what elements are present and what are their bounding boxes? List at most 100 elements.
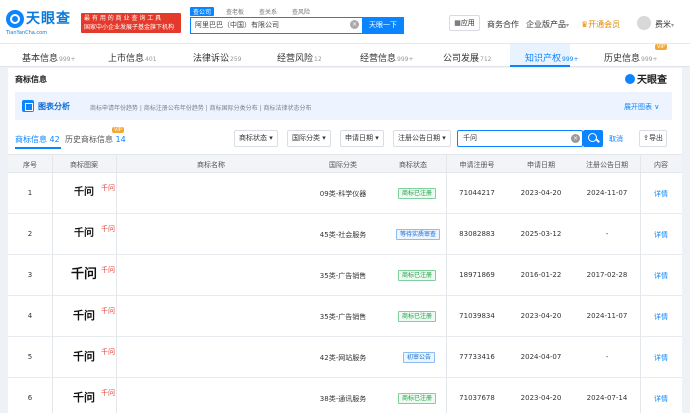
tab-label: 上市信息 xyxy=(108,54,145,64)
filter-cancel-button[interactable]: 取消 xyxy=(609,134,623,144)
user-menu[interactable]: 费米▾ xyxy=(655,19,674,30)
menu-membership-label: 开通会员 xyxy=(588,20,621,29)
reg-number: 71037678 xyxy=(459,394,495,402)
site-logo[interactable]: 天眼查 TianYanCha.com xyxy=(6,8,82,36)
tab-intellectual-property[interactable]: 知识产权999+ xyxy=(525,51,579,64)
status-badge: 商标已注册 xyxy=(398,393,437,404)
menu-business-label: 商务合作 xyxy=(487,20,519,29)
tab-listing-info[interactable]: 上市信息401 xyxy=(108,51,156,64)
filter-search-button[interactable] xyxy=(583,130,603,147)
search-tab-company[interactable]: 查公司 xyxy=(190,7,215,16)
tab-count: 12 xyxy=(314,56,322,63)
tab-count: 259 xyxy=(230,56,242,63)
table-row: 2 千问 千问 45类-社会服务 等待实质审查 83082883 2025-03-12- 详情 xyxy=(8,214,682,255)
filter-clear-icon[interactable]: × xyxy=(571,134,580,143)
analysis-links[interactable]: 商标申请年份趋势 | 商标注册公布年份趋势 | 商标国际分类分布 | 商标法律状… xyxy=(90,103,312,112)
detail-link[interactable]: 详情 xyxy=(654,312,668,322)
apps-label: 应用 xyxy=(460,19,475,27)
tab-history-info[interactable]: 历史信息999+ xyxy=(604,51,658,64)
filter-tab-trademark[interactable]: 商标信息 42 xyxy=(15,134,60,145)
vip-badge: VIP xyxy=(655,44,667,50)
search-clear-icon[interactable]: × xyxy=(350,20,359,29)
status-badge: 商标已注册 xyxy=(398,188,437,199)
trademark-name[interactable]: 千问 xyxy=(101,388,115,398)
slogan-line2: 国家中小企业发展子基金旗下机构 xyxy=(84,24,175,31)
tab-count: 999+ xyxy=(562,56,579,63)
chart-analysis-bar: 图表分析 商标申请年份趋势 | 商标注册公布年份趋势 | 商标国际分类分布 | … xyxy=(15,92,672,120)
publish-date: - xyxy=(605,353,609,361)
trademark-name[interactable]: 千问 xyxy=(101,265,115,275)
trademark-name[interactable]: 千问 xyxy=(101,183,115,193)
intl-class: 35类-广告销售 xyxy=(319,313,367,321)
logo-domain: TianYanCha.com xyxy=(6,30,48,36)
tab-operating-risk[interactable]: 经营风险12 xyxy=(277,51,322,64)
th-reg-no: 申请注册号 xyxy=(459,161,495,169)
tab-count: 999+ xyxy=(641,56,658,63)
apply-date: 2016-01-22 xyxy=(520,271,562,279)
menu-enterprise[interactable]: 企业版产品▾ xyxy=(526,19,569,30)
intl-class: 35类-广告销售 xyxy=(319,272,367,280)
menu-business[interactable]: 商务合作 xyxy=(487,19,519,30)
trademark-name[interactable]: 千问 xyxy=(101,224,115,234)
expand-charts-button[interactable]: 展开图表 ∨ xyxy=(624,102,659,112)
detail-link[interactable]: 详情 xyxy=(654,230,668,240)
tab-litigation[interactable]: 法律诉讼259 xyxy=(193,51,241,64)
menu-enterprise-label: 企业版产品 xyxy=(526,20,566,29)
tab-basic-info[interactable]: 基本信息999+ xyxy=(22,51,76,64)
trademark-name[interactable]: 千问 xyxy=(101,347,115,357)
watermark-text: 天眼查 xyxy=(637,75,667,86)
chevron-down-icon: ▾ xyxy=(671,22,675,29)
main-search-button[interactable]: 天眼一下 xyxy=(362,17,404,34)
trademark-image[interactable]: 千问 xyxy=(52,296,116,336)
table-row: 6 千问 千问 38类-通讯服务 商标已注册 71037678 2023-04-20 2024… xyxy=(8,378,682,413)
grid-icon: ▦ xyxy=(454,19,461,27)
column-divider xyxy=(116,154,117,413)
chevron-down-icon: ▾ xyxy=(269,134,273,142)
apply-date-dropdown[interactable]: 申请日期 ▾ xyxy=(340,130,384,147)
detail-link[interactable]: 详情 xyxy=(654,394,668,404)
publish-date-dropdown[interactable]: 注册公告日期 ▾ xyxy=(393,130,451,147)
column-divider xyxy=(640,154,641,413)
main-search-input[interactable]: 阿里巴巴（中国）有限公司 xyxy=(190,17,362,34)
detail-link[interactable]: 详情 xyxy=(654,353,668,363)
detail-link[interactable]: 详情 xyxy=(654,189,668,199)
detail-link[interactable]: 详情 xyxy=(654,271,668,281)
apply-date: 2023-04-20 xyxy=(520,189,562,197)
column-divider xyxy=(52,154,53,413)
table-header: 序号 商标图案 商标名称 国际分类 商标状态 申请注册号 申请日期 注册公告日期… xyxy=(8,154,682,173)
th-content: 内容 xyxy=(654,161,668,169)
logo-eye-icon xyxy=(625,74,635,84)
status-dropdown[interactable]: 商标状态 ▾ xyxy=(234,130,278,147)
reg-number: 77733416 xyxy=(459,353,495,361)
trademark-image[interactable]: 千问 xyxy=(52,214,116,254)
tab-count: 712 xyxy=(480,56,492,63)
top-header: 天眼查 TianYanCha.com 最 有 用 的 商 业 查 询 工 具 国… xyxy=(0,0,690,44)
publish-date: 2024-11-07 xyxy=(586,312,628,320)
row-number: 6 xyxy=(27,394,33,402)
search-tab-relation[interactable]: 查关系 xyxy=(256,7,280,16)
export-button[interactable]: ⇪导出 xyxy=(639,130,667,147)
reg-number: 18971869 xyxy=(459,271,495,279)
tab-count: 999+ xyxy=(397,56,414,63)
filter-search-input[interactable]: 千问 xyxy=(457,130,583,147)
trademark-image[interactable]: 千问 xyxy=(52,337,116,377)
avatar[interactable] xyxy=(637,16,651,30)
filter-tab-history-trademark[interactable]: 历史商标信息 14 xyxy=(65,134,126,145)
search-tab-risk[interactable]: 查风险 xyxy=(289,7,313,16)
trademark-panel: 商标信息 天眼查 图表分析 商标申请年份趋势 | 商标注册公布年份趋势 | 商标… xyxy=(8,68,682,413)
menu-membership[interactable]: ♛开通会员 xyxy=(581,19,620,30)
search-tab-boss[interactable]: 查老板 xyxy=(223,7,247,16)
trademark-image[interactable]: 千问 xyxy=(52,173,116,213)
analysis-title: 图表分析 xyxy=(38,102,70,111)
tab-operating-info[interactable]: 经营信息999+ xyxy=(360,51,414,64)
table-row: 4 千问 千问 35类-广告销售 商标已注册 71039834 2023-04-20 2024… xyxy=(8,296,682,337)
tab-company-development[interactable]: 公司发展712 xyxy=(443,51,491,64)
trademark-name[interactable]: 千问 xyxy=(101,306,115,316)
class-dropdown[interactable]: 国际分类 ▾ xyxy=(287,130,331,147)
watermark-logo: 天眼查 xyxy=(625,71,667,86)
th-apply-date: 申请日期 xyxy=(527,161,555,169)
apps-button[interactable]: ▦应用 xyxy=(449,15,480,31)
filter-tab-count: 42 xyxy=(49,135,60,144)
tab-label: 知识产权 xyxy=(525,54,562,64)
trademark-image[interactable]: 千问 xyxy=(52,255,116,295)
